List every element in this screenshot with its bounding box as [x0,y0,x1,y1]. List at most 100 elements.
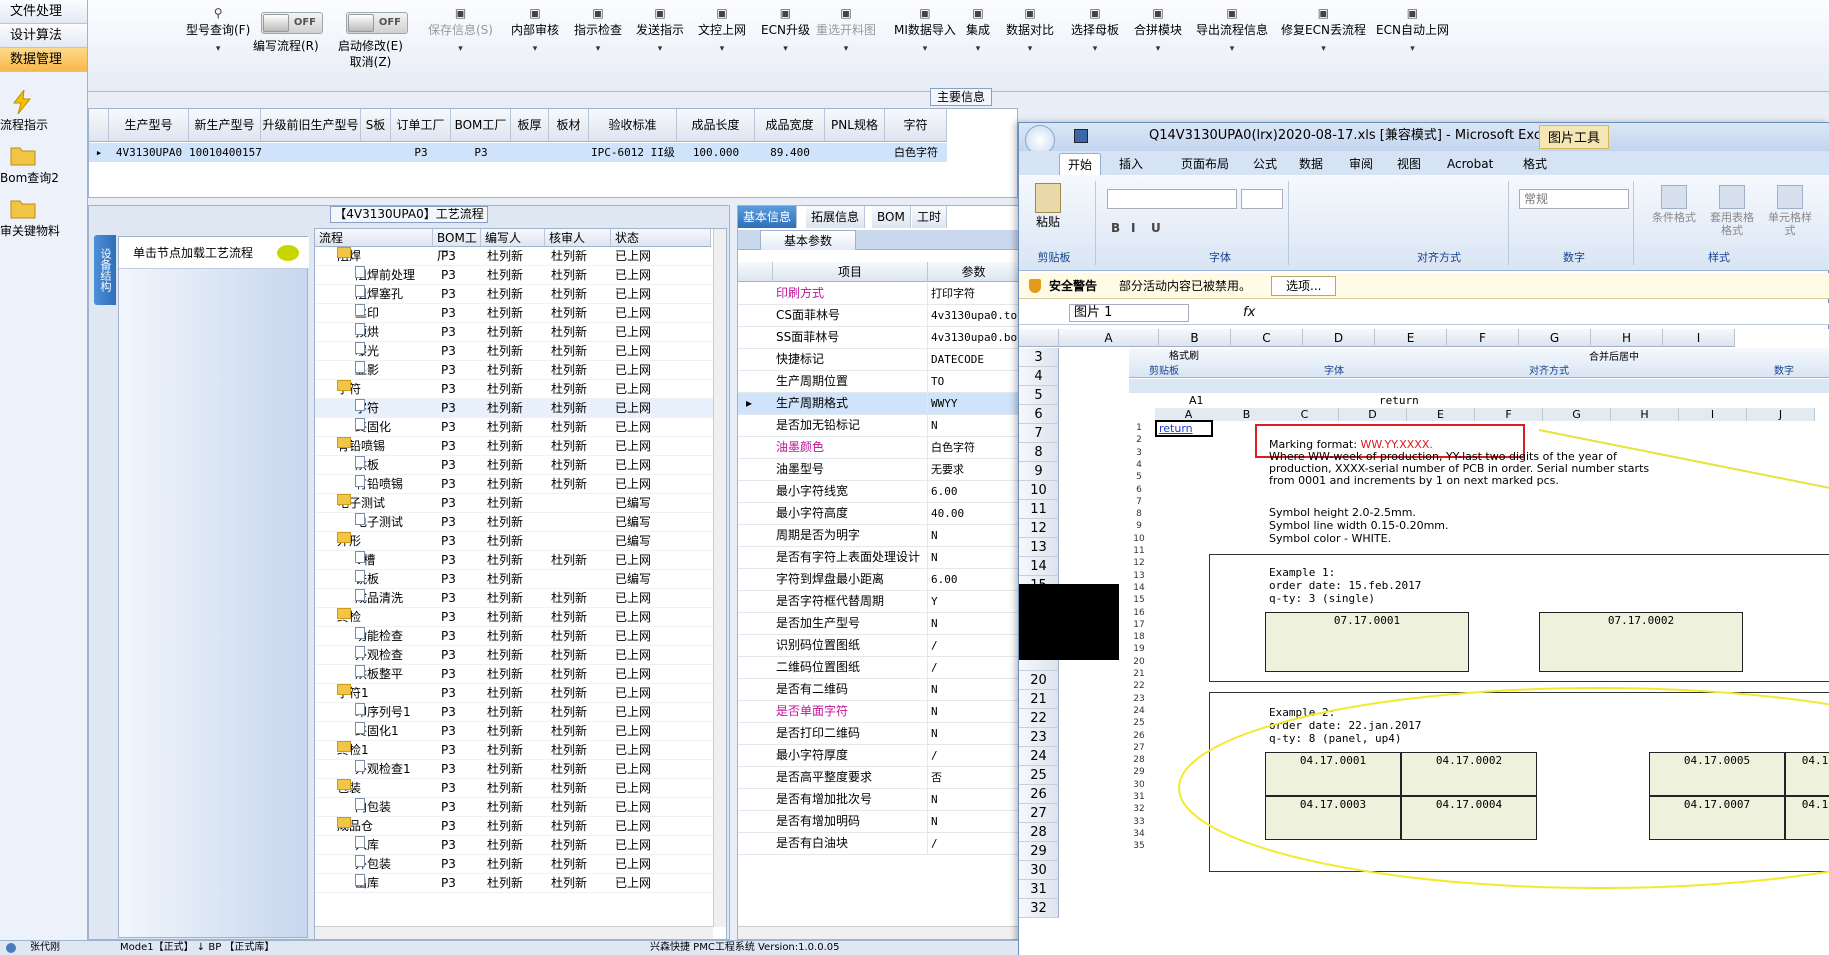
vertical-tab-equipment[interactable]: 设备结构 [94,235,116,305]
underline-button[interactable]: U [1151,221,1161,235]
params-row[interactable]: 字符到焊盘最小距离 6.00 [738,569,1020,591]
font-size-dropdown[interactable] [1241,189,1283,209]
params-row[interactable]: SS面菲林号 4v3130upa0.bo [738,327,1020,349]
grid-col-header[interactable]: 字符 [885,109,947,142]
tree-row[interactable]: 有铅喷锡 P3 杜列新 杜列新 已上网 [315,437,715,456]
params-value[interactable]: 6.00 [928,569,1020,590]
grid-col-header[interactable]: S板 [361,109,391,142]
tree-col-header[interactable]: 流程 [315,229,433,247]
tree-vscrollbar[interactable] [713,229,726,927]
row-header[interactable]: 21 [1019,690,1059,709]
grid-col-header[interactable]: BOM工厂 [451,109,511,142]
nav-item-material[interactable]: 审关键物料 [0,196,88,239]
tree-col-header[interactable]: BOM工厂 [433,229,481,263]
tree-row[interactable]: 外包装 P3 杜列新 杜列新 已上网 [315,855,715,874]
ribbon-tab[interactable]: 插入 [1111,153,1151,175]
ribbon-tab[interactable]: 页面布局 [1173,153,1237,175]
params-value[interactable]: N [928,525,1020,546]
options-button[interactable]: 选项... [1271,276,1337,296]
tree-hscrollbar[interactable] [315,926,713,939]
tree-col-header[interactable]: 编写人 [481,229,545,247]
row-header[interactable]: 14 [1019,557,1059,576]
row-header[interactable]: 9 [1019,462,1059,481]
toolbar-button-0[interactable]: ⚲ 型号查询(F) ▾ [186,6,250,54]
style-button[interactable]: 套用表格格式 [1705,185,1759,237]
toolbar-button-10[interactable]: ▣ MI数据导入 ▾ [894,6,956,54]
params-value[interactable]: N [928,547,1020,568]
params-row[interactable]: 周期是否为明字 N [738,525,1020,547]
row-header[interactable]: 31 [1019,880,1059,899]
row-header[interactable]: 7 [1019,424,1059,443]
ribbon-tab[interactable]: 开始 [1059,153,1102,175]
params-value[interactable]: 6.00 [928,481,1020,502]
row-header[interactable]: 22 [1019,709,1059,728]
grid-col-header[interactable]: 升级前旧生产型号 [261,109,361,142]
tree-row[interactable]: 入库 P3 杜列新 杜列新 已上网 [315,836,715,855]
row-header[interactable]: 32 [1019,899,1059,918]
col-header[interactable]: A [1059,329,1159,347]
params-hscrollbar[interactable] [738,926,1020,939]
col-header[interactable]: G [1519,329,1591,347]
params-row[interactable]: 是否有二维码 N [738,679,1020,701]
tree-row[interactable]: 终固化1 P3 杜列新 杜列新 已上网 [315,722,715,741]
grid-col-header[interactable]: 订单工厂 [391,109,451,142]
tree-row[interactable]: 预烘 P3 杜列新 杜列新 已上网 [315,323,715,342]
toolbar-button-7[interactable]: ▣ 文控上网 ▾ [698,6,746,54]
params-row[interactable]: 二维码位置图纸 / [738,657,1020,679]
nav-tab-design[interactable]: 设计算法 [0,24,87,48]
toolbar-button-15[interactable]: ▣ 导出流程信息 ▾ [1196,6,1268,54]
toolbar-button-13[interactable]: ▣ 选择母板 ▾ [1071,6,1119,54]
embedded-sheet-image[interactable]: 格式刷 合并后居中 剪贴板 字体 对齐方式 数字 A1 return A B C D E F G H I J 1 2 3… [1129,348,1829,955]
toolbar-button-14[interactable]: ▣ 合拼模块 ▾ [1134,6,1182,54]
params-row[interactable]: 识别码位置图纸 / [738,635,1020,657]
nav-tab-data[interactable]: 数据管理 [0,48,87,72]
tree-row[interactable]: 阻焊塞孔 P3 杜列新 杜列新 已上网 [315,285,715,304]
params-row[interactable]: 是否单面字符 N [738,701,1020,723]
params-value[interactable]: N [928,679,1020,700]
row-header[interactable]: 4 [1019,367,1059,386]
ribbon-tab[interactable]: 审阅 [1341,153,1381,175]
tree-row[interactable]: 功能检查 P3 杜列新 杜列新 已上网 [315,627,715,646]
row-header[interactable]: 12 [1019,519,1059,538]
grid-col-header[interactable]: PNL规格 [825,109,885,142]
params-row[interactable]: 是否有增加明码 N [738,811,1020,833]
tree-row[interactable]: 终检1 P3 杜列新 杜列新 已上网 [315,741,715,760]
toolbar-button-12[interactable]: ▣ 数据对比 ▾ [1006,6,1054,54]
params-value[interactable]: DATECODE [928,349,1020,370]
tree-row[interactable]: 外形 P3 杜列新 已编写 [315,532,715,551]
tree-row[interactable]: 成品仓 P3 杜列新 杜列新 已上网 [315,817,715,836]
params-value[interactable]: TO [928,371,1020,392]
tree-col-header[interactable]: 核审人 [545,229,611,247]
row-header[interactable]: 25 [1019,766,1059,785]
params-row[interactable]: 是否字符框代替周期 Y [738,591,1020,613]
tree-row[interactable]: V槽 P3 杜列新 杜列新 已上网 [315,551,715,570]
tree-row[interactable]: 字符 P3 杜列新 杜列新 已上网 [315,399,715,418]
grid-col-header[interactable]: 生产型号 [109,109,189,142]
params-value[interactable]: / [928,635,1020,656]
params-row[interactable]: 是否加无铅标记 N [738,415,1020,437]
ribbon-tab[interactable]: Acrobat [1439,153,1501,175]
row-header[interactable]: 30 [1019,861,1059,880]
row-header[interactable]: 10 [1019,481,1059,500]
params-value[interactable]: / [928,745,1020,766]
params-value[interactable]: N [928,789,1020,810]
params-tab[interactable]: 工时 [912,206,948,228]
tree-row[interactable]: 终固化 P3 杜列新 杜列新 已上网 [315,418,715,437]
grid-col-header[interactable]: 板材 [549,109,589,142]
tree-row[interactable]: 电子测试 P3 杜列新 已编写 [315,513,715,532]
params-tab[interactable]: 拓展信息 [806,206,866,228]
bold-button[interactable]: B [1111,221,1120,235]
name-box[interactable]: 图片 1 [1069,304,1189,322]
row-header[interactable]: 8 [1019,443,1059,462]
tree-row[interactable]: 外观检查 P3 杜列新 杜列新 已上网 [315,646,715,665]
tree-col-header[interactable]: 状态 [611,229,711,247]
tree-row[interactable]: 出库 P3 杜列新 杜列新 已上网 [315,874,715,893]
nav-tab-file[interactable]: 文件处理 [0,0,87,24]
tree-row[interactable]: 字符 P3 杜列新 杜列新 已上网 [315,380,715,399]
node-hint[interactable]: 单击节点加载工艺流程 [119,237,309,269]
grid-col-header[interactable]: 成品长度 [677,109,755,142]
params-row[interactable]: 是否有白油块 / [738,833,1020,855]
italic-button[interactable]: I [1131,221,1135,235]
params-row[interactable]: 是否高平整度要求否 [738,767,1020,789]
params-value[interactable]: N [928,415,1020,436]
